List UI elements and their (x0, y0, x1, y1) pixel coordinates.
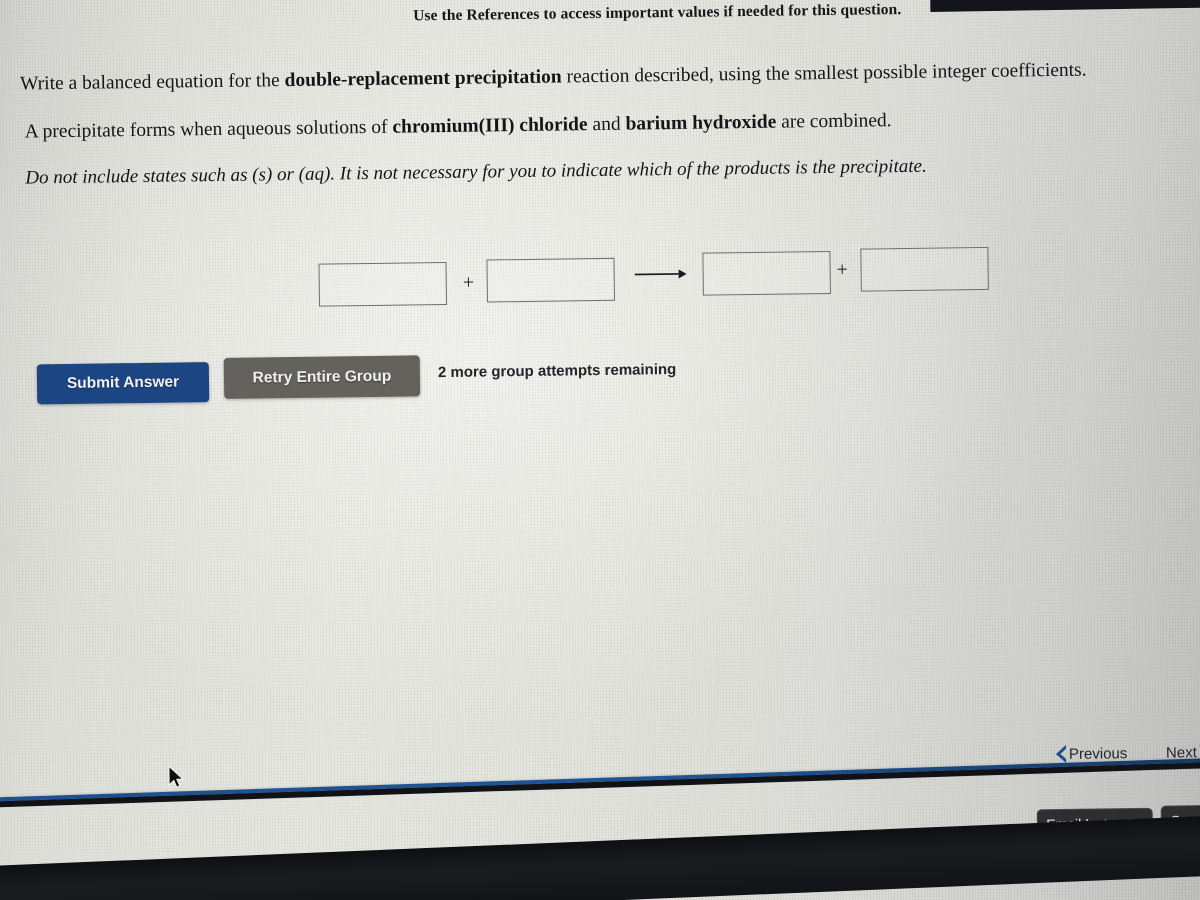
question-line-1: Write a balanced equation for the double… (20, 60, 1087, 96)
page-content: Use the References to access important v… (0, 0, 1200, 900)
plus-operator-products: + (836, 258, 849, 281)
reactant-1-input[interactable] (318, 261, 448, 307)
question-line-1-post: reaction described, using the smallest p… (561, 59, 1087, 88)
equation-entry-row: + + (314, 246, 1015, 312)
question-line-2-bold-reactant-2: barium hydroxide (625, 111, 777, 135)
question-line-1-bold: double-replacement precipitation (284, 66, 562, 92)
retry-entire-group-button[interactable]: Retry Entire Group (223, 355, 421, 399)
attempts-remaining-text: 2 more group attempts remaining (437, 361, 677, 382)
chevron-left-icon (1055, 744, 1067, 763)
question-line-1-pre: Write a balanced equation for the (19, 70, 285, 95)
product-1-input[interactable] (702, 250, 831, 296)
screenshot-root: Use the References to access important v… (0, 0, 1200, 900)
question-line-2: A precipitate forms when aqueous solutio… (25, 110, 892, 143)
plus-operator-reactants: + (462, 271, 475, 294)
question-line-2-mid: and (587, 113, 626, 136)
reactant-2-input[interactable] (486, 257, 615, 303)
right-arrow-icon (634, 269, 687, 279)
references-note: Use the References to access important v… (413, 1, 902, 25)
mouse-pointer-icon (168, 765, 184, 788)
product-2-input[interactable] (860, 246, 989, 292)
question-line-2-post: are combined. (776, 110, 892, 133)
question-line-2-bold-reactant-1: chromium(III) chloride (392, 114, 588, 138)
submit-answer-button[interactable]: Submit Answer (36, 362, 210, 405)
question-line-3-instructions: Do not include states such as (s) or (aq… (25, 155, 927, 189)
previous-nav-label: Previous (1068, 744, 1128, 763)
question-line-2-pre: A precipitate forms when aqueous solutio… (24, 116, 393, 143)
